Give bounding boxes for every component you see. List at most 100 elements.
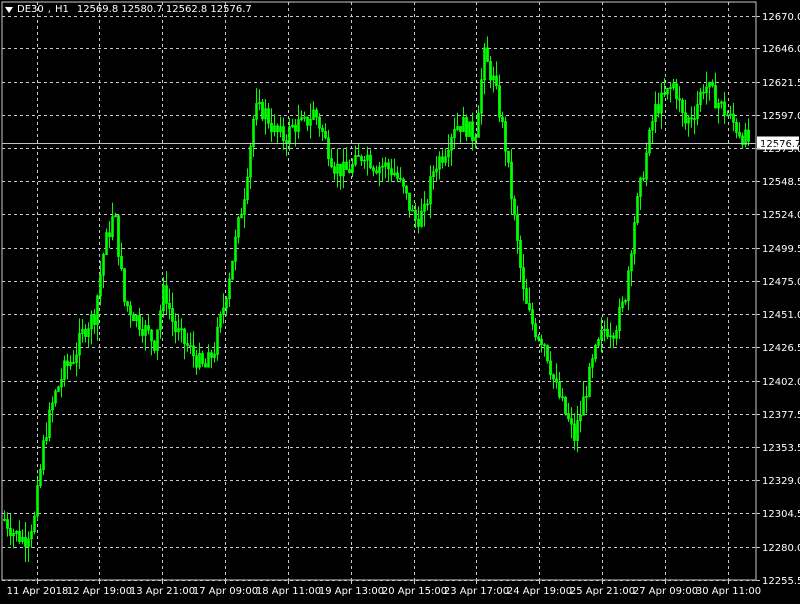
y-tick-label: 12524.0 (762, 210, 800, 221)
candle-body (189, 345, 192, 347)
candle-body (663, 92, 666, 95)
price-chart[interactable]: 12576.7 12670.0 12646.0 12621.5 12597.0 1257… (0, 0, 800, 600)
candle-body (552, 374, 555, 380)
y-tick-label: 12451.0 (762, 310, 800, 321)
x-tick-label: 11 Apr 2018 (7, 586, 69, 597)
candle-body (357, 155, 360, 157)
candle-body (402, 178, 405, 187)
x-tick-label: 18 Apr 11:00 (256, 586, 321, 597)
y-tick-label: 12621.5 (762, 78, 800, 89)
candle-body (549, 360, 552, 376)
candle-body (321, 127, 324, 132)
candle-body (567, 413, 570, 420)
x-tick-label: 12 Apr 19:00 (67, 586, 132, 597)
candle-body (333, 166, 336, 174)
y-tick-label: 12255.5 (762, 576, 800, 587)
x-tick-label: 27 Apr 09:00 (633, 586, 698, 597)
candle-body (330, 158, 333, 168)
x-tick-label: 19 Apr 13:00 (319, 586, 384, 597)
y-tick-label: 12377.5 (762, 410, 800, 421)
candle-body (261, 102, 264, 120)
candle-body (732, 113, 735, 123)
candle-body (573, 423, 576, 441)
candle-body (315, 109, 318, 118)
candle-body (414, 209, 417, 220)
candle-body (210, 352, 213, 358)
triangle-down-icon[interactable] (5, 6, 13, 13)
candle-body (390, 168, 393, 176)
candle-body (171, 307, 174, 322)
candle-body (372, 167, 375, 172)
candle-body (174, 321, 177, 333)
candle-body (540, 338, 543, 346)
candle-body (471, 121, 474, 142)
candle-body (9, 527, 12, 537)
candle-body (495, 75, 498, 87)
x-tick-label: 13 Apr 21:00 (130, 586, 195, 597)
candle-body (570, 418, 573, 425)
candle-body (486, 47, 489, 62)
candle-body (519, 240, 522, 269)
chart-header: DE30, H1 12569.8 12580.7 12562.8 12576.7 (5, 4, 252, 15)
y-tick-label: 12304.5 (762, 509, 800, 520)
candle-body (642, 177, 645, 180)
candle-body (186, 343, 189, 346)
candle-body (126, 301, 129, 307)
candle-body (735, 121, 738, 133)
x-tick-label: 17 Apr 09:00 (193, 586, 258, 597)
grid (1, 1, 757, 581)
candle-body (324, 130, 327, 139)
y-tick-label: 12597.0 (762, 111, 800, 122)
candle-body (528, 303, 531, 311)
y-tick-label: 12475.0 (762, 277, 800, 288)
y-tick-label: 12499.5 (762, 244, 800, 255)
candle-body (711, 81, 714, 86)
candle-body (726, 114, 729, 117)
candle-body (543, 344, 546, 347)
candle-body (723, 101, 726, 116)
x-tick-label: 23 Apr 17:00 (444, 586, 509, 597)
candle-body (534, 323, 537, 338)
candle-body (747, 129, 750, 142)
timeframe-label: H1 (54, 4, 69, 15)
candle-body (405, 185, 408, 194)
candle-body (84, 329, 87, 337)
candle-body (150, 329, 153, 342)
candle-body (147, 325, 150, 331)
candle-body (270, 122, 273, 133)
candle-body (441, 156, 444, 163)
candle-body (180, 328, 183, 331)
candle-body (738, 131, 741, 137)
candle-body (555, 378, 558, 383)
chart-canvas[interactable]: 12576.7 12670.0 12646.0 12621.5 12597.0 1257… (0, 0, 800, 600)
candle-body (507, 150, 510, 163)
candle-body (282, 126, 285, 142)
candle-body (558, 381, 561, 398)
candle-body (318, 116, 321, 129)
candle-body (294, 124, 297, 132)
candle-body (24, 536, 27, 547)
candle-body (18, 530, 21, 542)
candle-body (516, 214, 519, 241)
candle-body (204, 363, 207, 368)
candle-body (141, 329, 144, 336)
candle-body (417, 218, 420, 227)
candle-body (276, 125, 279, 133)
y-tick-label: 12426.5 (762, 343, 800, 354)
candle-body (396, 172, 399, 179)
candle-body (369, 154, 372, 169)
x-tick-label: 24 Apr 19:00 (507, 586, 572, 597)
candle-body (120, 256, 123, 270)
candle-body (531, 309, 534, 325)
candle-body (201, 353, 204, 364)
candle-body (306, 116, 309, 126)
symbol-label: DE30 (17, 4, 44, 15)
candle-body (714, 85, 717, 109)
candle-body (348, 169, 351, 173)
x-tick-label: 20 Apr 15:00 (382, 586, 447, 597)
y-tick-label: 12646.0 (762, 44, 800, 55)
candle-body (285, 140, 288, 144)
candle-body (66, 360, 69, 367)
y-tick-label: 12548.5 (762, 177, 800, 188)
candle-body (345, 161, 348, 170)
